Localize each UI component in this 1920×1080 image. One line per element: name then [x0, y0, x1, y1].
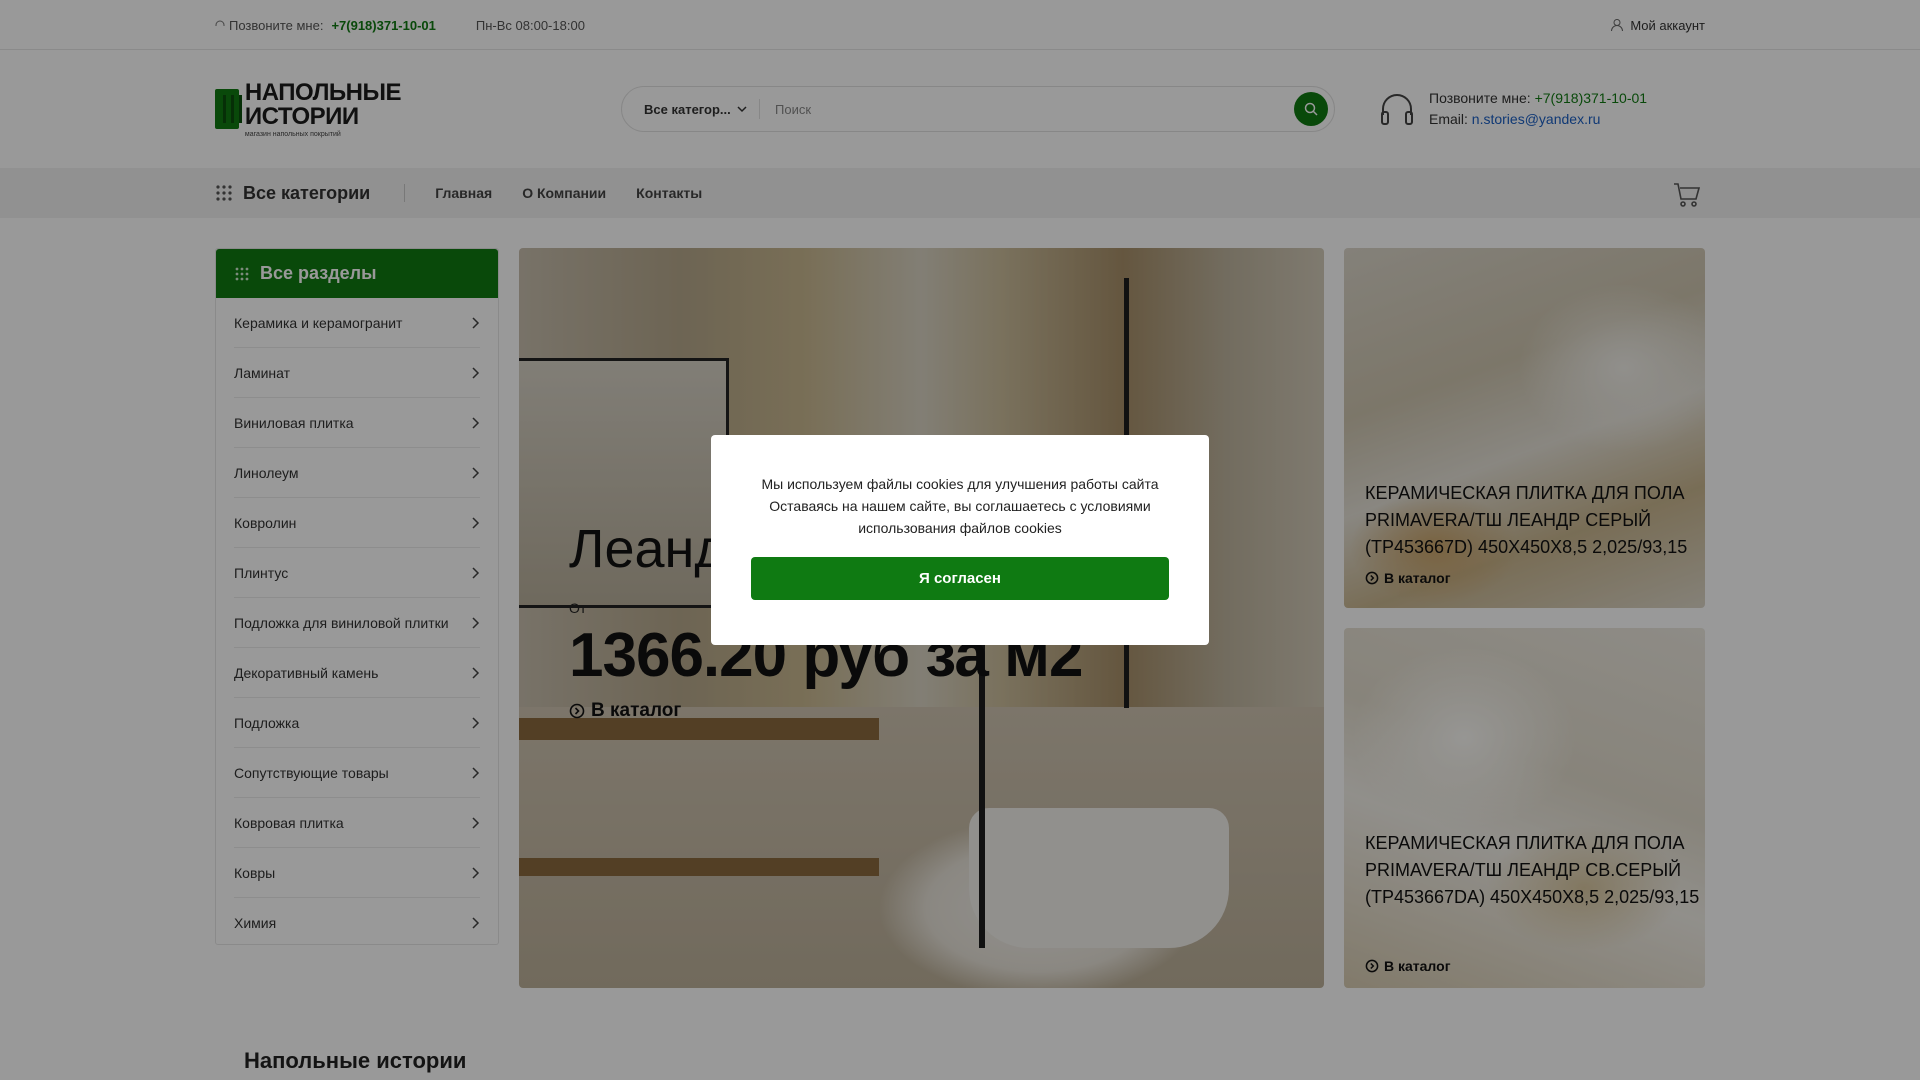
accept-cookies-button[interactable]: Я согласен: [751, 557, 1169, 600]
cookie-message-line: Мы используем файлы cookies для улучшени…: [761, 476, 1159, 492]
cookie-message-line: использования файлов cookies: [858, 520, 1062, 536]
cookie-message-line: Оставаясь на нашем сайте, вы соглашаетес…: [769, 498, 1151, 514]
cookie-message: Мы используем файлы cookies для улучшени…: [751, 473, 1169, 539]
cookie-consent-dialog: Мы используем файлы cookies для улучшени…: [711, 435, 1209, 645]
